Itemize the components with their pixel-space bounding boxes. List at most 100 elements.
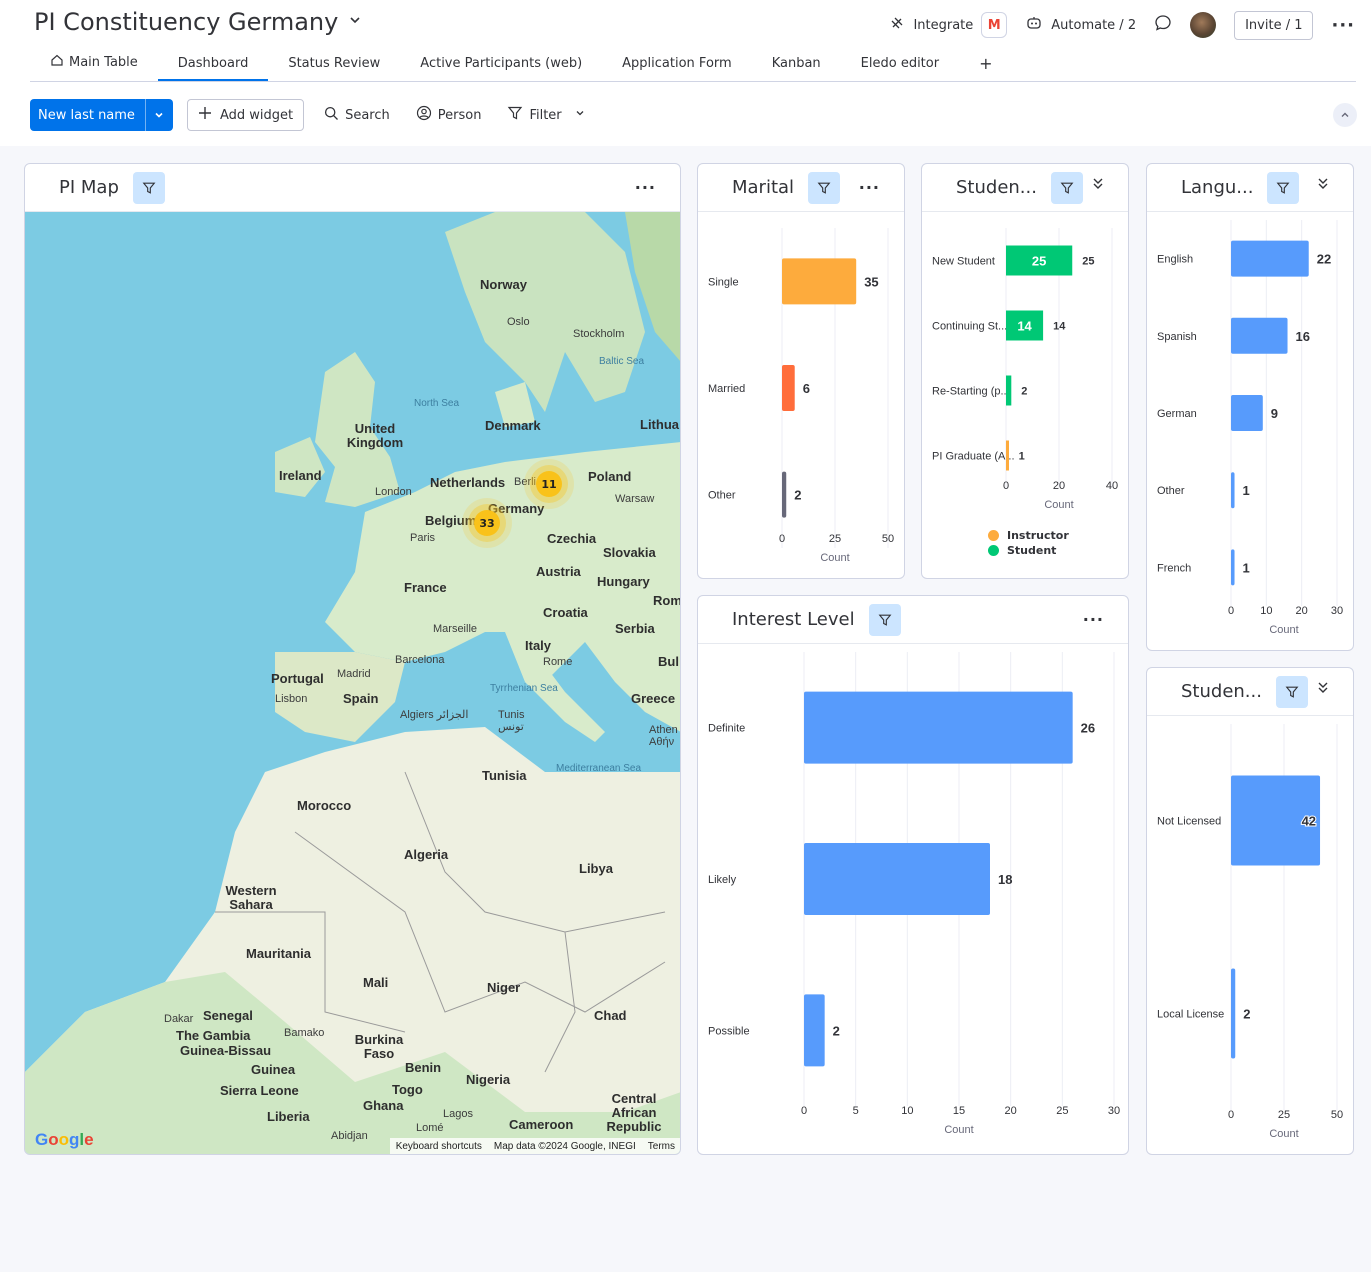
- map-label: The Gambia: [176, 1028, 251, 1043]
- keyboard-shortcuts-link[interactable]: Keyboard shortcuts: [396, 1141, 482, 1152]
- filter-button[interactable]: Filter: [501, 105, 591, 125]
- category-label: Other: [708, 490, 736, 502]
- x-tick-label: 0: [1003, 480, 1009, 492]
- x-tick-label: 10: [901, 1105, 913, 1117]
- map-label: Chad: [594, 1008, 627, 1023]
- widget-filter-button[interactable]: [1275, 675, 1308, 708]
- new-item-label[interactable]: New last name: [30, 99, 145, 131]
- tab-main-table[interactable]: Main Table: [30, 53, 158, 81]
- widget-header: Marital ···: [698, 164, 904, 212]
- x-tick-label: 10: [1260, 605, 1272, 617]
- data-label: 26: [1081, 721, 1095, 736]
- chevron-down-icon[interactable]: [568, 107, 586, 123]
- map-label: Ghana: [363, 1098, 404, 1113]
- map-label: Croatia: [543, 605, 588, 620]
- map-canvas[interactable]: Norway United Kingdom Ireland Denmark Ne…: [25, 212, 680, 1154]
- interest-level-widget: Interest Level ··· 0 5 10 15 20 25 30 Count Defi…: [697, 595, 1129, 1155]
- search-label: Search: [345, 107, 390, 123]
- integrate-button[interactable]: Integrate M: [889, 12, 1008, 38]
- tab-dashboard[interactable]: Dashboard: [157, 56, 269, 81]
- integrate-label: Integrate: [913, 17, 974, 33]
- chevron-down-icon[interactable]: [348, 13, 362, 31]
- widget-title: Langu...: [1181, 177, 1254, 198]
- person-filter-button[interactable]: Person: [410, 105, 488, 125]
- widget-header: PI Map ···: [25, 164, 680, 212]
- map-label: Sierra Leone: [220, 1083, 299, 1098]
- search-button[interactable]: Search: [318, 106, 396, 125]
- category-label: Re-Starting (p...: [932, 386, 1010, 398]
- map-cluster-marker[interactable]: 11: [536, 471, 562, 497]
- map-label: Netherlands: [430, 475, 506, 490]
- widget-title: Studen...: [1181, 681, 1262, 702]
- chat-icon[interactable]: [1154, 14, 1172, 36]
- terms-link[interactable]: Terms: [648, 1141, 675, 1152]
- double-chevron-down-icon[interactable]: [1092, 177, 1104, 195]
- map-label: Mali: [363, 975, 389, 990]
- x-tick-label: 50: [882, 533, 894, 545]
- x-tick-label: 20: [1005, 1105, 1017, 1117]
- tab-application-form[interactable]: Application Form: [602, 56, 752, 81]
- map-label: Bul: [658, 654, 679, 669]
- legend-dot: [988, 530, 999, 541]
- map-label: Central African Republic: [606, 1091, 662, 1134]
- data-label: 1: [1019, 451, 1025, 463]
- widget-filter-button[interactable]: [808, 171, 841, 204]
- widget-header: Studen...: [922, 164, 1128, 212]
- board-title[interactable]: PI Constituency Germany: [34, 8, 362, 36]
- widget-filter-button[interactable]: [132, 171, 165, 204]
- map-city-label: Oslo: [507, 316, 530, 328]
- x-tick-label: 15: [953, 1105, 965, 1117]
- chart-legend: Instructor Student: [988, 528, 1069, 558]
- user-avatar[interactable]: [1190, 12, 1217, 38]
- x-tick-label: 20: [1296, 605, 1308, 617]
- map-sea-label: Mediterranean Sea: [556, 763, 642, 774]
- language-chart: 0 10 20 30 Count English 22 Spanish 16 German 9 Oth…: [1147, 212, 1353, 650]
- gmail-icon: M: [981, 12, 1008, 38]
- category-label: Other: [1157, 485, 1185, 497]
- data-label: 18: [998, 872, 1012, 887]
- data-label: 42: [1302, 814, 1316, 829]
- data-label: 2: [1243, 1007, 1250, 1022]
- map-label: Denmark: [485, 418, 541, 433]
- map-cluster-marker[interactable]: 33: [474, 510, 500, 536]
- invite-button[interactable]: Invite / 1: [1234, 10, 1314, 40]
- widget-header: Langu...: [1147, 164, 1353, 212]
- widget-filter-button[interactable]: [1267, 171, 1300, 204]
- map-label: Cameroon: [509, 1117, 574, 1132]
- x-tick-label: 5: [853, 1105, 859, 1117]
- widget-title: Marital: [732, 177, 795, 198]
- tab-status-review[interactable]: Status Review: [268, 56, 400, 81]
- x-tick-label: 30: [1331, 605, 1343, 617]
- person-icon: [416, 105, 432, 125]
- bar-inner-label: 25: [1032, 254, 1046, 269]
- widget-menu-icon[interactable]: ···: [635, 178, 656, 197]
- automate-button[interactable]: Automate / 2: [1025, 15, 1136, 35]
- double-chevron-down-icon[interactable]: [1317, 681, 1329, 699]
- home-icon: [50, 53, 64, 71]
- tab-active-participants[interactable]: Active Participants (web): [400, 56, 602, 81]
- category-label: French: [1157, 562, 1191, 574]
- x-tick-label: 25: [829, 533, 841, 545]
- widget-menu-icon[interactable]: ···: [859, 178, 880, 197]
- map-city-label: Athen Αθήν: [649, 724, 678, 748]
- more-options-icon[interactable]: ···: [1331, 15, 1355, 36]
- map-label: Tunisia: [482, 768, 527, 783]
- tab-eledo-editor[interactable]: Eledo editor: [841, 56, 959, 81]
- category-label: Married: [708, 383, 745, 395]
- tab-kanban[interactable]: Kanban: [752, 56, 841, 81]
- data-label: 2: [794, 488, 801, 503]
- map-label: Czechia: [547, 531, 597, 546]
- new-item-button[interactable]: New last name: [30, 99, 173, 131]
- collapse-header-button[interactable]: [1333, 103, 1357, 127]
- widget-filter-button[interactable]: [868, 603, 901, 636]
- bar: [1231, 395, 1263, 431]
- bar: [804, 994, 825, 1067]
- add-widget-button[interactable]: Add widget: [186, 99, 305, 131]
- chevron-down-icon[interactable]: [144, 99, 173, 131]
- double-chevron-down-icon[interactable]: [1317, 177, 1329, 195]
- add-view-button[interactable]: +: [959, 54, 1012, 81]
- x-tick-label: 50: [1331, 1109, 1343, 1121]
- widget-filter-button[interactable]: [1050, 171, 1083, 204]
- map-label: Senegal: [203, 1008, 253, 1023]
- widget-menu-icon[interactable]: ···: [1083, 610, 1104, 629]
